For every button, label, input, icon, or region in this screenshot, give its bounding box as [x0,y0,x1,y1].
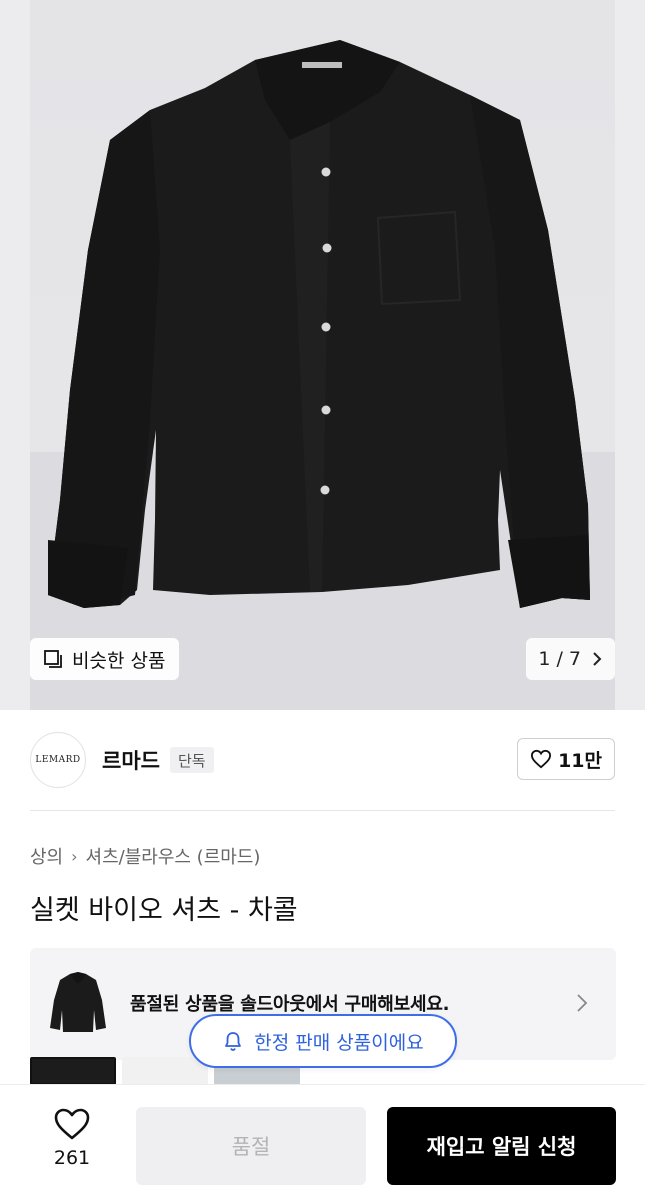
product-image-viewer[interactable]: 비슷한 상품 1 / 7 [0,0,645,710]
related-thumbnail[interactable] [122,1057,208,1085]
divider [30,810,615,811]
soldout-banner-text: 품절된 상품을 솔드아웃에서 구매해보세요. [130,994,450,1015]
image-pager[interactable]: 1 / 7 [526,638,615,680]
brand-logo-text: LEMARD [35,755,81,765]
chevron-right-icon [577,994,588,1012]
chevron-right-icon: › [71,846,78,866]
shirt-button [322,243,332,253]
chevron-right-icon [593,652,602,666]
breadcrumb-subcategory[interactable]: 셔츠/블라우스 (르마드) [86,843,261,869]
exclusive-badge: 단독 [169,747,214,773]
bottom-action-bar: 261 품절 재입고 알림 신청 [0,1084,645,1200]
similar-products-label: 비슷한 상품 [72,649,166,672]
product-title: 실켓 바이오 셔츠 - 차콜 [30,895,298,926]
shirt-right-cuff [508,535,590,608]
wishlist-button[interactable]: 261 [42,1107,102,1169]
breadcrumb: 상의 › 셔츠/블라우스 (르마드) [30,843,260,869]
shirt-button [320,485,330,495]
shirt-button [321,167,331,177]
product-shirt-image [48,40,590,608]
related-thumbnail[interactable] [30,1057,116,1085]
brand-row: LEMARD 르마드 단독 11만 [30,732,615,788]
brand-logo[interactable]: LEMARD [30,732,86,788]
similar-products-button[interactable]: 비슷한 상품 [30,638,180,680]
breadcrumb-category[interactable]: 상의 [30,843,63,869]
soldout-product-thumbnail [50,972,106,1032]
brand-name[interactable]: 르마드 [102,745,160,775]
shirt-left-sleeve [48,110,160,608]
stacked-squares-icon [44,650,62,668]
heart-outline-icon [54,1108,90,1140]
restock-alert-button[interactable]: 재입고 알림 신청 [387,1107,616,1185]
limited-sale-notice: 한정 판매 상품이에요 [189,1014,457,1068]
brand-like-button[interactable]: 11만 [517,738,615,780]
image-pager-count: 1 / 7 [538,648,581,670]
shirt-label [302,62,342,68]
limited-sale-text: 한정 판매 상품이에요 [254,1031,424,1054]
shirt-left-cuff [48,540,128,608]
shirt-button [321,405,331,415]
soldout-button: 품절 [136,1107,366,1185]
bell-icon [225,1032,242,1051]
brand-like-count: 11만 [558,749,602,772]
wishlist-count: 261 [53,1147,91,1169]
heart-outline-icon [531,749,552,769]
shirt-button [321,322,331,332]
